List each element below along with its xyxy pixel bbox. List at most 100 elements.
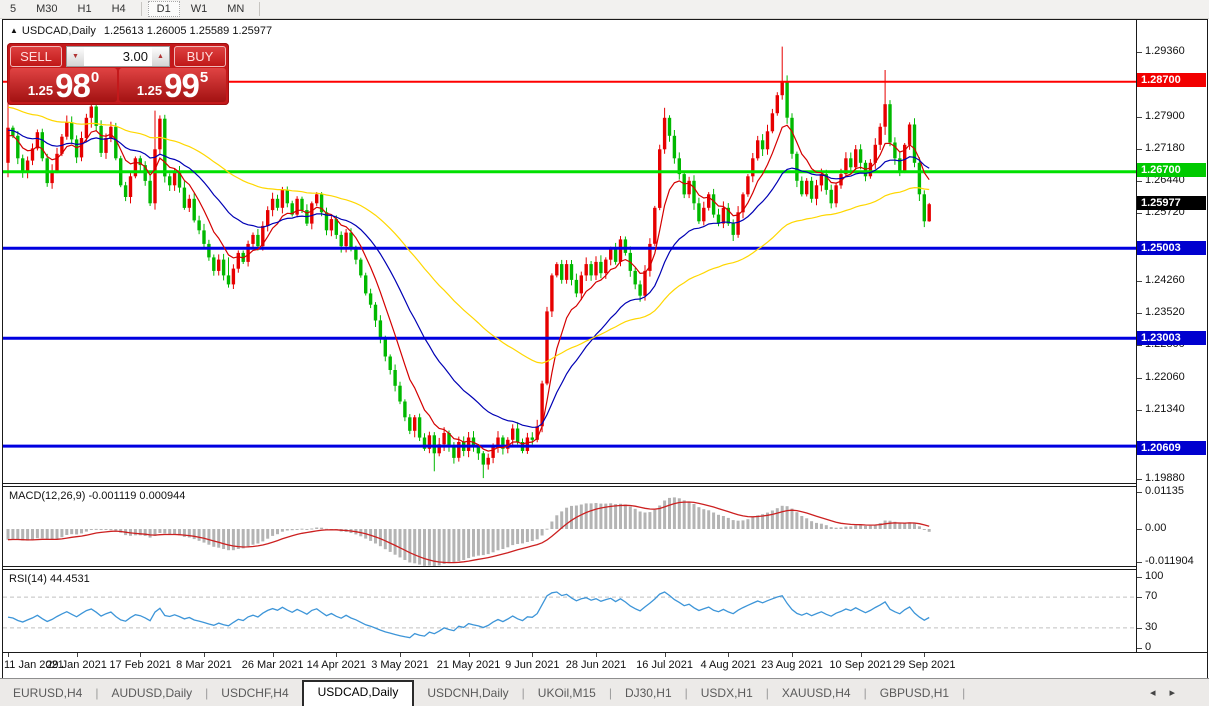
macd-scale-label: 0.01135 [1145,485,1184,497]
date-label: 17 Feb 2021 [109,659,172,671]
rsi-scale-label: 100 [1145,570,1164,582]
price-badge-1.26700: 1.26700 [1137,163,1206,177]
rsi-scale-label: 70 [1145,590,1158,602]
macd-scale-label: -0.011904 [1145,555,1194,567]
rsi-label: RSI(14) 44.4531 [9,573,90,585]
macd-tick-mark [1137,529,1142,530]
tab-eurusd[interactable]: EURUSD,H4 [0,682,95,706]
sell-price-prefix: 1.25 [27,83,54,98]
date-label: 28 Jun 2021 [565,659,627,671]
macd-label: MACD(12,26,9) -0.001119 0.000944 [9,490,186,502]
date-label: 4 Aug 2021 [700,659,757,671]
date-label: 8 Mar 2021 [176,659,232,671]
price-badge-1.23003: 1.23003 [1137,331,1206,345]
timeframe-button-h1[interactable]: H1 [69,1,101,17]
date-tick-mark [924,653,926,657]
tab-audusd[interactable]: AUDUSD,Daily [98,682,205,706]
price-tick-mark [1137,378,1142,379]
toolbar-separator [259,2,261,16]
timeframe-button-h4[interactable]: H4 [103,1,135,17]
chart-title: ▲ USDCAD,Daily 1.25613 1.26005 1.25589 1.2… [10,25,272,37]
price-tick-label: 1.21340 [1145,403,1185,415]
buy-price-pip: 5 [199,69,209,86]
macd-tick-mark [1137,492,1142,493]
tab-scroll-arrows[interactable]: ◂▸ [1150,686,1189,706]
rsi-tick-mark [1137,597,1142,598]
timeframe-button-w1[interactable]: W1 [182,1,217,17]
date-label: 16 Jul 2021 [636,659,694,671]
price-badge-1.20609: 1.20609 [1137,441,1206,455]
date-tick-mark [336,653,338,657]
tab-gbpusd[interactable]: GBPUSD,H1 [867,682,962,706]
rsi-tick-mark [1137,628,1142,629]
price-tick-label: 1.27180 [1145,142,1185,154]
price-tick-label: 1.19880 [1145,472,1185,484]
macd-tick-mark [1137,562,1142,563]
lot-size-spinner: ▼ ▲ [66,46,170,67]
price-tick-mark [1137,281,1142,282]
price-tick-mark [1137,117,1142,118]
date-tick-mark [272,653,274,657]
lot-decrease-button[interactable]: ▼ [66,46,84,67]
buy-price-display[interactable]: 1.25 99 5 [119,68,226,102]
ohlc-values: 1.25613 1.26005 1.25589 1.25977 [103,25,273,37]
price-tick-mark [1137,313,1142,314]
trading-terminal: { "toolbar": {"items": ["5","M30","H1","… [0,0,1209,706]
buy-price-big: 99 [164,68,200,102]
date-label: 26 Mar 2021 [241,659,304,671]
one-click-trading-panel: SELL ▼ ▲ BUY 1.25 98 0 1.25 99 5 [7,43,229,105]
timeframe-button-mn[interactable]: MN [218,1,253,17]
tab-usdchf[interactable]: USDCHF,H4 [208,682,301,706]
lot-increase-button[interactable]: ▲ [152,46,170,67]
price-tick-label: 1.24260 [1145,274,1185,286]
date-tick-mark [596,653,597,657]
price-tick-mark [1137,410,1142,411]
symbol-tab-bar: EURUSD,H4 | AUDUSD,Daily | USDCHF,H4 USDCAD,D… [0,678,1209,706]
tab-xauusd[interactable]: XAUUSD,H4 [769,682,864,706]
price-badge-1.25003: 1.25003 [1137,241,1206,255]
price-tick-label: 1.27900 [1145,110,1185,122]
date-tick-mark [140,653,142,657]
rsi-tick-mark [1137,577,1142,578]
buy-button[interactable]: BUY [174,46,226,67]
tab-usdcad[interactable]: USDCAD,Daily [301,680,415,706]
timeframe-button-d1[interactable]: D1 [147,1,180,17]
timeframe-button-5[interactable]: 5 [1,1,25,17]
sell-price-big: 98 [55,68,91,102]
date-label: 29 Jan 2021 [46,659,107,671]
collapse-panel-icon[interactable]: ▲ [10,26,18,35]
date-tick-mark [76,653,78,657]
price-badge-1.25977: 1.25977 [1137,196,1206,210]
timeframe-button-m30[interactable]: M30 [27,1,66,17]
tab-usdx[interactable]: USDX,H1 [688,682,766,706]
price-tick-mark [1137,479,1142,480]
price-tick-mark [1137,52,1142,53]
date-label: 9 Jun 2021 [505,659,560,671]
buy-price-prefix: 1.25 [136,83,163,98]
sell-price-display[interactable]: 1.25 98 0 [10,68,117,102]
price-tick-label: 1.29360 [1145,45,1185,57]
sell-button[interactable]: SELL [10,46,62,67]
date-tick-mark [532,653,534,657]
date-tick-mark [400,653,401,657]
date-label: 10 Sep 2021 [829,659,892,671]
price-tick-label: 1.23520 [1145,306,1185,318]
price-tick-mark [1137,213,1142,214]
rsi-tick-mark [1137,648,1142,649]
date-label: 21 May 2021 [436,659,501,671]
timeframe-toolbar: 5 M30 H1 H4 D1 W1 MN [0,0,1209,19]
price-chart[interactable] [3,20,1136,652]
price-tick-mark [1137,345,1142,346]
date-tick-mark [664,653,666,657]
symbol-period-label: USDCAD,Daily [21,25,96,37]
date-tick-mark [468,653,470,657]
tab-usdcnh[interactable]: USDCNH,Daily [414,682,521,706]
date-tick-mark [8,653,9,657]
tab-ukoil[interactable]: UKOil,M15 [525,682,609,706]
tab-dj30[interactable]: DJ30,H1 [612,682,685,706]
lot-size-input[interactable] [84,46,152,67]
price-tick-mark [1137,181,1142,182]
rsi-scale-label: 0 [1145,641,1152,653]
toolbar-separator [140,2,142,16]
date-label: 3 May 2021 [371,659,429,671]
